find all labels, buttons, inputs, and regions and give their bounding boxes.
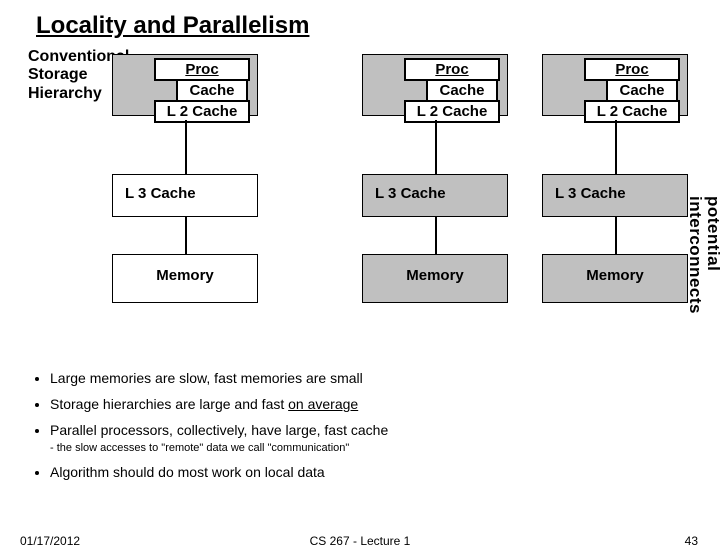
l3-cache-box: L 3 Cache — [362, 174, 508, 217]
l2-cache-box: L 2 Cache — [154, 100, 250, 123]
l3-cache-box: L 3 Cache — [112, 174, 258, 217]
bullet-3-sub: the slow accesses to "remote" data we ca… — [50, 442, 388, 454]
connector-line — [435, 120, 437, 174]
bullet-3: Parallel processors, collectively, have … — [50, 422, 388, 438]
bullet-2: Storage hierarchies are large and fast o… — [50, 396, 388, 412]
side-label-a: potential — [704, 196, 720, 271]
side-label-b: interconnects — [686, 196, 705, 314]
l3-cache-box: L 3 Cache — [542, 174, 688, 217]
cache-box: Cache — [426, 79, 498, 102]
cache-box: Cache — [606, 79, 678, 102]
l2-cache-box: L 2 Cache — [404, 100, 500, 123]
proc-box: Proc — [404, 58, 500, 81]
bullet-list: Large memories are slow, fast memories a… — [34, 370, 388, 490]
l3-cache-label: L 3 Cache — [555, 185, 687, 202]
side-label: potential interconnects — [686, 196, 720, 314]
proc-box: Proc — [154, 58, 250, 81]
bullet-1: Large memories are slow, fast memories a… — [50, 370, 388, 386]
connector-line — [185, 120, 187, 174]
connector-line — [615, 216, 617, 254]
connector-line — [435, 216, 437, 254]
cache-box: Cache — [176, 79, 248, 102]
l2-cache-box: L 2 Cache — [584, 100, 680, 123]
connector-line — [185, 216, 187, 254]
slide-title: Locality and Parallelism — [0, 0, 720, 48]
connector-line — [615, 120, 617, 174]
memory-box: Memory — [542, 254, 688, 303]
footer-course: CS 267 - Lecture 1 — [310, 534, 411, 548]
footer-date: 01/17/2012 — [20, 534, 80, 548]
column-1: Proc Cache L 2 Cache L 3 Cache Memory — [120, 54, 250, 123]
column-3: Proc Cache L 2 Cache L 3 Cache Memory — [550, 54, 680, 123]
l3-cache-label: L 3 Cache — [375, 185, 507, 202]
footer-page: 43 — [685, 534, 698, 548]
memory-box: Memory — [112, 254, 258, 303]
proc-box: Proc — [584, 58, 680, 81]
column-2: Proc Cache L 2 Cache L 3 Cache Memory — [370, 54, 500, 123]
bullet-4: Algorithm should do most work on local d… — [50, 464, 388, 480]
l3-cache-label: L 3 Cache — [125, 185, 257, 202]
memory-box: Memory — [362, 254, 508, 303]
